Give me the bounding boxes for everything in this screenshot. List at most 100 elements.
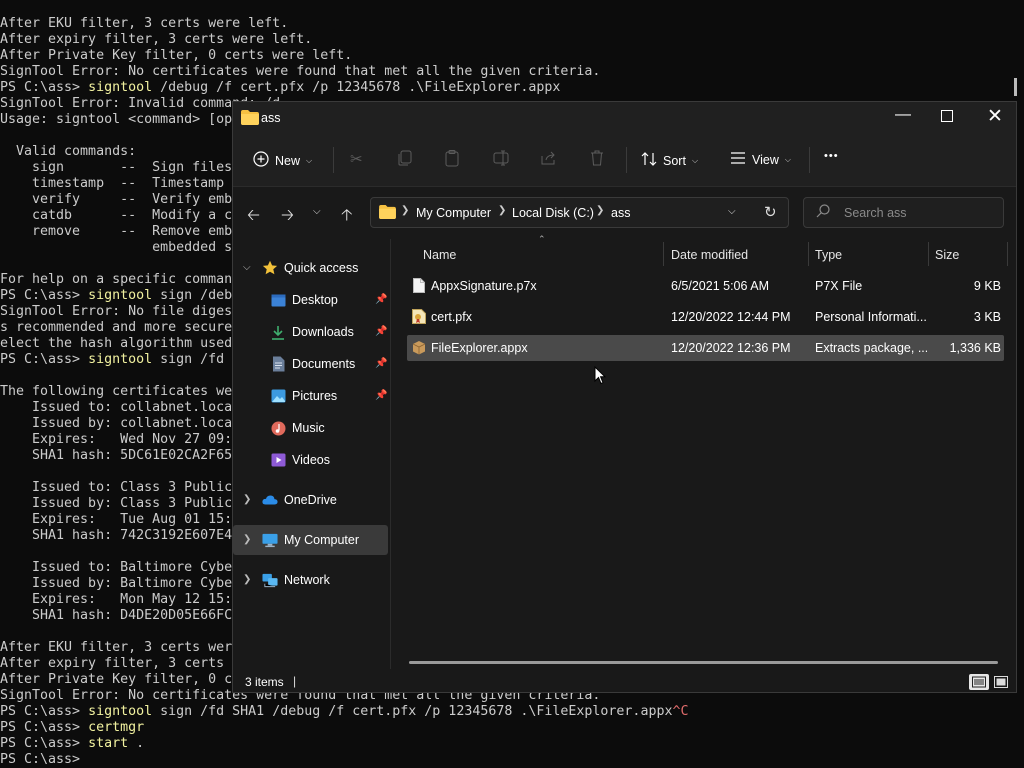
more-options-button[interactable]: ••• — [824, 150, 839, 162]
sort-button[interactable]: Sort ⌵ — [641, 152, 698, 169]
terminal-line: Expires: Tue Aug 01 15: — [0, 512, 233, 527]
certificate-icon — [412, 309, 426, 327]
address-bar[interactable]: ❯ My Computer ❯ Local Disk (C:) ❯ ass ⌵ … — [370, 197, 789, 228]
terminal-line: Issued to: Baltimore Cybe — [0, 560, 233, 575]
nav-item-documents[interactable]: Documents 📌 — [233, 349, 388, 379]
up-arrow-icon[interactable]: 🡡 — [341, 204, 353, 231]
share-icon[interactable] — [541, 150, 557, 170]
nav-quick-access[interactable]: ⌵ Quick access — [233, 253, 388, 283]
large-icons-view-toggle[interactable] — [993, 674, 1009, 693]
column-divider[interactable] — [808, 242, 809, 266]
videos-icon — [270, 452, 286, 468]
close-button[interactable]: ✕ — [987, 105, 1003, 128]
copy-icon[interactable] — [398, 150, 412, 170]
back-arrow-icon[interactable]: 🡠 — [247, 204, 260, 231]
file-row[interactable]: AppxSignature.p7x 6/5/2021 5:06 AM P7X F… — [407, 273, 1004, 299]
breadcrumb-separator-icon: ❯ — [401, 205, 410, 216]
terminal-prompt: PS C:\ass> — [0, 752, 89, 767]
expand-chevron-icon[interactable]: ❯ — [243, 494, 251, 505]
new-label: New — [275, 153, 301, 168]
nav-network-label: Network — [284, 573, 330, 587]
terminal-scrollbar[interactable] — [1014, 78, 1017, 96]
search-placeholder: Search ass — [844, 206, 907, 220]
toolbar-divider — [333, 147, 334, 173]
column-divider[interactable] — [663, 242, 664, 266]
details-view-toggle[interactable] — [969, 674, 989, 690]
nav-item-pictures[interactable]: Pictures 📌 — [233, 381, 388, 411]
pin-icon: 📌 — [375, 390, 388, 401]
sort-ascending-icon: ⌃ — [538, 234, 546, 244]
pane-divider[interactable] — [390, 239, 391, 669]
address-history-chevron-icon[interactable]: ⌵ — [728, 206, 736, 217]
horizontal-scrollbar[interactable] — [409, 661, 998, 664]
terminal-command: certmgr — [88, 720, 145, 735]
status-divider: | — [293, 674, 297, 688]
file-name: AppxSignature.p7x — [431, 279, 537, 293]
expand-chevron-icon[interactable]: ❯ — [243, 534, 251, 545]
forward-arrow-icon[interactable]: 🡢 — [281, 204, 294, 231]
file-type: Extracts package, ... — [815, 341, 927, 355]
file-explorer-window: ass — ✕ New ⌵ ✂ Sort ⌵ View ⌵ ••• 🡠 🡢 ⌵ … — [232, 101, 1017, 693]
terminal-line: Issued to: Class 3 Public — [0, 480, 233, 495]
mouse-cursor-icon — [594, 365, 607, 388]
download-icon — [270, 324, 286, 340]
pictures-icon — [270, 388, 286, 404]
terminal-line: PS C:\ass> signtool /debug /f cert.pfx /… — [0, 80, 560, 96]
view-button[interactable]: View ⌵ — [730, 152, 791, 167]
terminal-prompt: PS C:\ass> — [0, 288, 89, 303]
cut-icon[interactable]: ✂ — [350, 150, 363, 168]
terminal-line: Issued to: collabnet.local — [0, 400, 241, 415]
minimize-button[interactable]: — — [895, 106, 911, 124]
breadcrumb-current-folder[interactable]: ass — [611, 206, 630, 220]
file-size: 3 KB — [973, 310, 1001, 324]
terminal-line: After Private Key filter, 0 certs were l… — [0, 48, 353, 63]
file-row-selected[interactable]: FileExplorer.appx 12/20/2022 12:36 PM Ex… — [407, 335, 1004, 361]
nav-item-desktop[interactable]: Desktop 📌 — [233, 285, 388, 315]
delete-icon[interactable] — [590, 150, 604, 170]
terminal-line: SHA1 hash: 742C3192E607E4 — [0, 528, 233, 543]
nav-item-label: Downloads — [292, 325, 354, 339]
recent-locations-chevron-icon[interactable]: ⌵ — [313, 206, 321, 217]
file-row[interactable]: cert.pfx 12/20/2022 12:44 PM Personal In… — [407, 304, 1004, 330]
terminal-line: After expiry filter, 3 certs were left. — [0, 32, 313, 47]
chevron-down-icon: ⌵ — [691, 155, 699, 165]
paste-icon[interactable] — [445, 150, 459, 171]
refresh-icon[interactable]: ↻ — [764, 203, 777, 221]
column-header-name[interactable]: Name — [423, 248, 456, 262]
expand-chevron-icon[interactable]: ❯ — [243, 574, 251, 585]
nav-my-computer-label: My Computer — [284, 533, 360, 547]
breadcrumb-local-disk[interactable]: Local Disk (C:) — [512, 206, 594, 220]
terminal-prompt: PS C:\ass> — [0, 80, 89, 95]
breadcrumb-separator-icon: ❯ — [596, 205, 605, 216]
folder-icon — [379, 205, 396, 222]
nav-item-videos[interactable]: Videos — [233, 445, 388, 475]
rename-icon[interactable] — [493, 150, 511, 170]
pin-icon: 📌 — [375, 326, 388, 337]
search-box[interactable]: Search ass — [803, 197, 1004, 228]
terminal-prompt: PS C:\ass> — [0, 352, 89, 367]
column-header-date-modified[interactable]: Date modified — [671, 248, 748, 262]
nav-item-music[interactable]: Music — [233, 413, 388, 443]
computer-icon — [262, 532, 278, 548]
music-icon — [270, 420, 286, 436]
desktop-icon — [270, 292, 286, 308]
nav-network[interactable]: ❯ Network — [233, 565, 388, 595]
nav-my-computer[interactable]: ❯ My Computer — [233, 525, 388, 555]
column-header-size[interactable]: Size — [935, 248, 959, 262]
terminal-line: elect the hash algorithm used — [0, 336, 233, 351]
terminal-line: SHA1 hash: 5DC61E02CA2F65 — [0, 448, 233, 463]
maximize-button[interactable] — [941, 110, 953, 122]
nav-item-downloads[interactable]: Downloads 📌 — [233, 317, 388, 347]
search-icon — [816, 204, 830, 221]
column-header-type[interactable]: Type — [815, 248, 842, 262]
collapse-chevron-icon[interactable]: ⌵ — [243, 262, 251, 273]
nav-onedrive[interactable]: ❯ OneDrive — [233, 485, 388, 515]
terminal-arguments: /debug /f cert.pfx /p 12345678 .\FileExp… — [152, 80, 561, 95]
network-icon — [262, 572, 278, 588]
column-divider[interactable] — [928, 242, 929, 266]
column-divider[interactable] — [1007, 242, 1008, 266]
file-date-modified: 12/20/2022 12:44 PM — [671, 310, 791, 324]
breadcrumb-my-computer[interactable]: My Computer — [416, 206, 491, 220]
new-button[interactable]: New ⌵ — [253, 151, 312, 170]
title-bar[interactable]: ass — ✕ — [233, 102, 1016, 134]
